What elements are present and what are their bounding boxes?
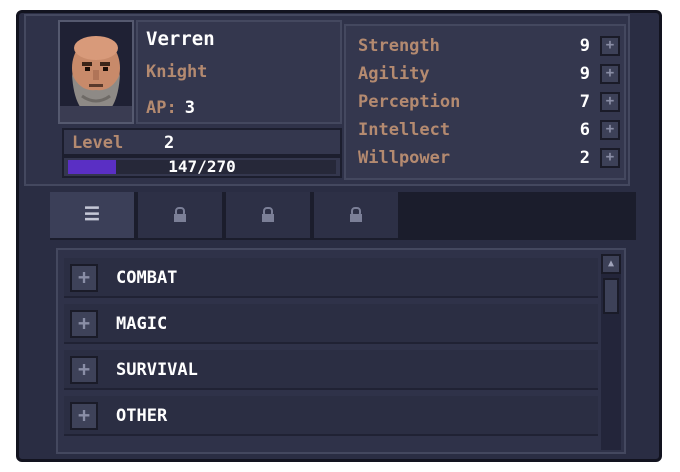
level-label: Level (72, 133, 124, 153)
stat-row-perception: Perception 7 + (358, 92, 620, 116)
level-value: 2 (164, 133, 175, 153)
stat-value: 6 (579, 120, 590, 140)
stat-name: Agility (358, 64, 430, 84)
character-portrait (58, 20, 134, 124)
expand-survival-button[interactable]: + (70, 356, 98, 384)
expand-magic-button[interactable]: + (70, 310, 98, 338)
character-class: Knight (146, 62, 208, 82)
increase-intellect-button[interactable]: + (600, 120, 620, 140)
xp-text: 147/270 (168, 157, 236, 176)
scroll-up-button[interactable]: ▲ (601, 254, 621, 274)
scrollbar[interactable]: ▲ (601, 254, 621, 450)
tab-locked-2[interactable] (226, 192, 312, 238)
stat-row-intellect: Intellect 6 + (358, 120, 620, 144)
category-label: SURVIVAL (116, 360, 198, 380)
category-label: MAGIC (116, 314, 168, 334)
scroll-thumb[interactable] (603, 278, 619, 314)
lock-icon (349, 204, 363, 225)
stat-name: Willpower (358, 148, 451, 168)
stat-value: 7 (579, 92, 590, 112)
stat-name: Intellect (358, 120, 451, 140)
category-label: OTHER (116, 406, 168, 426)
expand-combat-button[interactable]: + (70, 264, 98, 292)
category-label: COMBAT (116, 268, 178, 288)
increase-perception-button[interactable]: + (600, 92, 620, 112)
stat-row-willpower: Willpower 2 + (358, 148, 620, 172)
bearded-knight-portrait-icon (60, 22, 132, 122)
increase-strength-button[interactable]: + (600, 36, 620, 56)
tab-locked-3[interactable] (314, 192, 400, 238)
stat-row-strength: Strength 9 + (358, 36, 620, 60)
increase-willpower-button[interactable]: + (600, 148, 620, 168)
stat-value: 9 (579, 36, 590, 56)
tab-locked-1[interactable] (138, 192, 224, 238)
skill-category-survival[interactable]: + SURVIVAL (64, 350, 598, 390)
skill-category-other[interactable]: + OTHER (64, 396, 598, 436)
ap-label: AP: (146, 98, 177, 118)
action-points: AP: 3 (146, 98, 195, 118)
stat-value: 9 (579, 64, 590, 84)
ap-value: 3 (184, 98, 195, 118)
lock-icon (261, 204, 275, 225)
stat-name: Perception (358, 92, 461, 112)
stat-row-agility: Agility 9 + (358, 64, 620, 88)
character-name: Verren (146, 28, 215, 50)
tab-skills[interactable]: ☰ (50, 192, 136, 238)
list-icon: ☰ (83, 204, 101, 225)
stat-value: 2 (579, 148, 590, 168)
stat-name: Strength (358, 36, 440, 56)
expand-other-button[interactable]: + (70, 402, 98, 430)
skill-category-combat[interactable]: + COMBAT (64, 258, 598, 298)
increase-agility-button[interactable]: + (600, 64, 620, 84)
skill-category-magic[interactable]: + MAGIC (64, 304, 598, 344)
lock-icon (173, 204, 187, 225)
